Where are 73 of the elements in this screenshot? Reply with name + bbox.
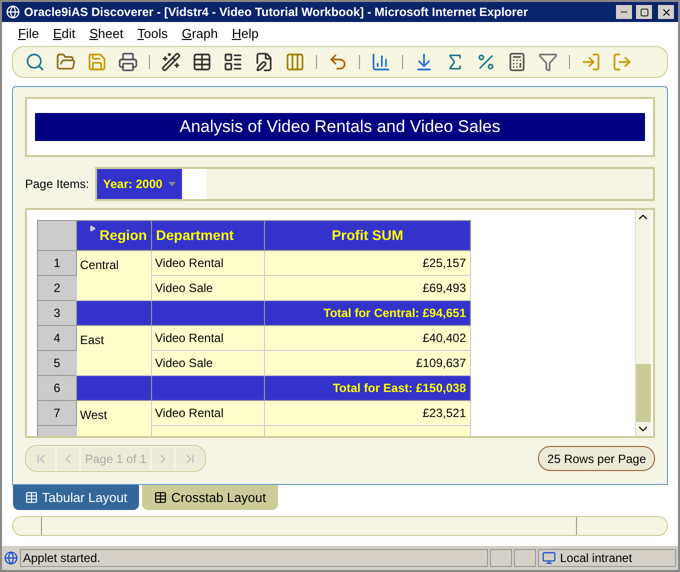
menu-item[interactable]: Help — [232, 24, 259, 44]
browser-icon — [6, 5, 20, 19]
row-number: 7 — [38, 400, 76, 426]
table-cell: £23,521 — [264, 400, 470, 426]
maximize-icon — [640, 8, 648, 16]
export-icon[interactable] — [612, 52, 632, 72]
table-icon[interactable] — [192, 52, 212, 72]
expand-icon — [88, 225, 96, 232]
computer-icon — [542, 551, 556, 565]
close-icon — [660, 6, 672, 18]
total-cell: Total for East: £150,038 — [264, 376, 470, 400]
filter-icon[interactable] — [538, 52, 558, 72]
table-cell: Video Rental — [152, 326, 264, 350]
table-cell: Video Sale — [152, 276, 264, 300]
row-number: 1 — [38, 250, 76, 276]
menu-item[interactable]: Graph — [182, 24, 218, 44]
printer-icon[interactable] — [118, 52, 138, 72]
search-icon[interactable] — [25, 52, 45, 72]
table-cell: Video Sale — [152, 350, 264, 376]
table-cell: £109,637 — [264, 350, 470, 376]
table-cell: £40,402 — [264, 326, 470, 350]
menu-item[interactable]: File — [18, 24, 39, 44]
wand-icon[interactable] — [161, 52, 181, 72]
page-icon — [4, 551, 18, 565]
page-item-dropdown[interactable]: Year: 2000 — [97, 169, 182, 199]
columns-icon[interactable] — [285, 52, 305, 72]
status-panel — [514, 549, 536, 567]
row-number: 6 — [38, 376, 76, 400]
drop-zone — [182, 169, 206, 199]
status-panel — [490, 549, 512, 567]
row-number: 3 — [38, 300, 76, 326]
import-icon[interactable] — [581, 52, 601, 72]
menu-item[interactable]: Sheet — [89, 24, 124, 44]
minimize-button[interactable] — [616, 5, 632, 19]
table-cell: £25,157 — [264, 250, 470, 276]
undo-icon[interactable] — [328, 52, 348, 72]
column-header[interactable]: Profit SUM — [264, 220, 470, 250]
column-header[interactable]: Region — [76, 220, 152, 250]
caret-icon — [168, 182, 176, 186]
table-cell: £69,493 — [264, 276, 470, 300]
layout-tab[interactable]: Tabular Layout — [13, 485, 140, 510]
status-text: Applet started. — [20, 549, 488, 567]
folder-icon[interactable] — [56, 52, 76, 72]
row-number: 2 — [38, 276, 76, 300]
column-header[interactable]: Department — [152, 220, 264, 250]
scrollbar[interactable] — [635, 210, 651, 436]
page-indicator: Page 1 of 1 — [81, 447, 150, 470]
row-number: 5 — [38, 350, 76, 376]
close-button[interactable] — [658, 5, 674, 19]
calculator-icon[interactable] — [507, 52, 527, 72]
layout-tab[interactable]: Crosstab Layout — [142, 485, 278, 510]
table-cell: Video Rental — [152, 250, 264, 276]
bar-chart-icon[interactable] — [371, 52, 391, 72]
table-cell: Central — [76, 250, 152, 300]
report-title: Analysis of Video Rentals and Video Sales — [35, 113, 645, 141]
menu-item[interactable]: Tools — [137, 24, 168, 44]
row-number: 4 — [38, 326, 76, 350]
list-icon[interactable] — [223, 52, 243, 72]
menu-item[interactable]: Edit — [52, 24, 76, 44]
zone-text: Local intranet — [560, 550, 632, 567]
rows-per-page-button[interactable]: 25 Rows per Page — [538, 446, 655, 471]
page-items-label: Page Items: — [25, 176, 90, 193]
table-cell: Video Rental — [152, 400, 264, 426]
window-title: Oracle9iAS Discoverer - [Vidstr4 - Video Tutorial Workbook] - Microsoft Internet Explorer — [24, 4, 529, 21]
edit-icon[interactable] — [254, 52, 274, 72]
percent-icon[interactable] — [476, 52, 496, 72]
table-icon — [154, 491, 168, 504]
table-cell: East — [76, 326, 152, 376]
table-icon — [25, 491, 38, 504]
total-cell: Total for Central: £94,651 — [264, 300, 470, 326]
maximize-button[interactable] — [636, 5, 652, 19]
table-cell: West — [76, 400, 152, 436]
scroll-thumb[interactable] — [636, 364, 651, 422]
